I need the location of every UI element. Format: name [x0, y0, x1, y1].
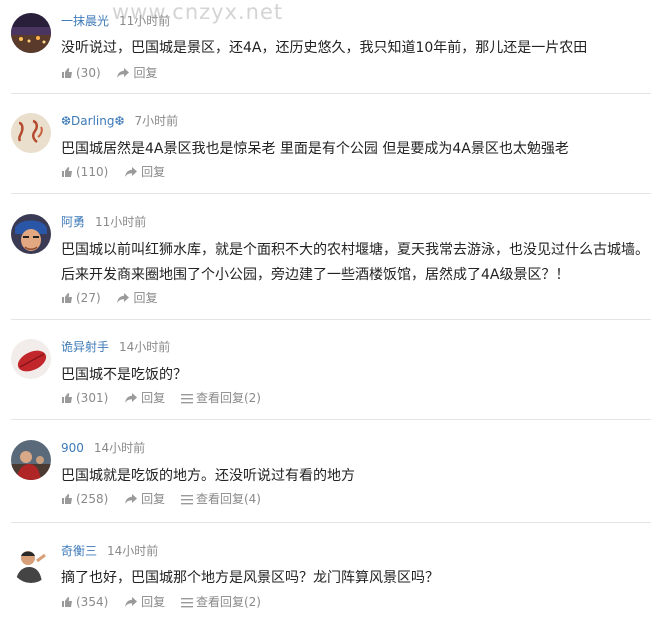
reply-arrow-icon: [125, 493, 138, 504]
username[interactable]: 诡异射手: [61, 340, 109, 354]
thumbs-up-icon: [62, 392, 72, 403]
timestamp: 11小时前: [119, 14, 171, 28]
reply-arrow-icon: [125, 166, 138, 177]
comment-text: 摘了也好，巴国城那个地方是风景区吗？龙门阵算风景区吗？: [61, 570, 439, 586]
view-replies-button[interactable]: 查看回复(2): [180, 594, 261, 609]
avatar[interactable]: [11, 113, 51, 153]
like-button[interactable]: (258): [61, 492, 108, 506]
like-count: (110): [76, 164, 109, 179]
view-replies-label: 查看回复(2): [195, 594, 261, 609]
reply-label: 回复: [141, 594, 166, 609]
thumbs-up-icon: [62, 596, 72, 607]
comment-actions: (354) 回复 查看回复(2): [61, 594, 273, 609]
reply-arrow-icon: [125, 596, 138, 607]
username[interactable]: 阿勇: [61, 215, 85, 229]
reply-button[interactable]: 回复: [116, 291, 157, 305]
timestamp: 7小时前: [134, 114, 179, 128]
thumbs-up-icon: [62, 292, 72, 303]
comment-meta: ❆Darling❆ 7小时前: [61, 114, 178, 128]
reply-button[interactable]: 回复: [116, 66, 157, 80]
list-icon: [180, 494, 193, 504]
divider: [11, 319, 651, 320]
like-count: (354): [76, 594, 109, 609]
username[interactable]: 奇衡三: [61, 544, 97, 558]
timestamp: 14小时前: [93, 441, 146, 455]
comment-meta: 奇衡三 14小时前: [61, 544, 158, 558]
comment-meta: 900 14小时前: [61, 441, 145, 455]
comment-actions: (30) 回复: [61, 65, 169, 80]
divider: [11, 419, 651, 420]
timestamp: 14小时前: [119, 340, 171, 354]
like-button[interactable]: (27): [61, 291, 101, 305]
comment-actions: (258) 回复 查看回复(4): [61, 491, 273, 506]
thumbs-up-icon: [62, 493, 72, 504]
timestamp: 14小时前: [107, 544, 159, 558]
avatar[interactable]: [11, 339, 51, 379]
comment-actions: (110) 回复: [61, 164, 177, 179]
avatar[interactable]: [11, 13, 51, 53]
comment-meta: 诡异射手 14小时前: [61, 340, 170, 354]
reply-label: 回复: [141, 164, 166, 179]
username[interactable]: 一抹晨光: [61, 14, 109, 28]
comment-text: 巴国城就是吃饭的地方。还没听说过有看的地方: [61, 468, 355, 484]
avatar[interactable]: [11, 440, 51, 480]
like-button[interactable]: (30): [61, 66, 101, 80]
reply-button[interactable]: 回复: [124, 165, 165, 179]
timestamp: 11小时前: [95, 215, 147, 229]
avatar[interactable]: [11, 214, 51, 254]
username[interactable]: 900: [61, 441, 84, 455]
divider: [11, 93, 651, 94]
divider: [11, 522, 651, 523]
like-button[interactable]: (301): [61, 391, 108, 405]
comment-actions: (27) 回复: [61, 290, 169, 305]
like-count: (27): [76, 290, 101, 305]
comment-text: 没听说过，巴国城是景区，还4A，还历史悠久，我只知道10年前，那儿还是一片农田: [61, 40, 588, 56]
view-replies-label: 查看回复(2): [195, 390, 261, 405]
reply-button[interactable]: 回复: [124, 595, 165, 609]
reply-arrow-icon: [117, 292, 130, 303]
like-count: (301): [76, 390, 109, 405]
thumbs-up-icon: [62, 166, 72, 177]
reply-arrow-icon: [125, 392, 138, 403]
like-button[interactable]: (110): [61, 165, 108, 179]
reply-label: 回复: [133, 290, 158, 305]
view-replies-button[interactable]: 查看回复(4): [180, 491, 261, 506]
avatar[interactable]: [11, 543, 51, 583]
reply-button[interactable]: 回复: [124, 391, 165, 405]
reply-label: 回复: [133, 65, 158, 80]
list-icon: [180, 597, 193, 607]
comment-text: 巴国城不是吃饭的？: [61, 367, 187, 383]
divider: [11, 193, 651, 194]
comment-meta: 阿勇 11小时前: [61, 215, 146, 229]
like-button[interactable]: (354): [61, 595, 108, 609]
reply-label: 回复: [141, 390, 166, 405]
comment-actions: (301) 回复 查看回复(2): [61, 390, 273, 405]
reply-arrow-icon: [117, 67, 130, 78]
like-count: (30): [76, 65, 101, 80]
comment-text: 巴国城以前叫红狮水库，就是个面积不大的农村堰塘，夏天我常去游泳，也没见过什么古城…: [61, 242, 649, 283]
view-replies-button[interactable]: 查看回复(2): [180, 390, 261, 405]
reply-label: 回复: [141, 491, 166, 506]
view-replies-label: 查看回复(4): [195, 491, 261, 506]
like-count: (258): [76, 491, 109, 506]
list-icon: [180, 393, 193, 403]
username[interactable]: ❆Darling❆: [61, 114, 125, 128]
reply-button[interactable]: 回复: [124, 492, 165, 506]
thumbs-up-icon: [62, 67, 72, 78]
comment-text: 巴国城居然是4A景区我也是惊呆老 里面是有个公园 但是要成为4A景区也太勉强老: [61, 141, 569, 157]
comment-meta: 一抹晨光 11小时前: [61, 14, 170, 28]
